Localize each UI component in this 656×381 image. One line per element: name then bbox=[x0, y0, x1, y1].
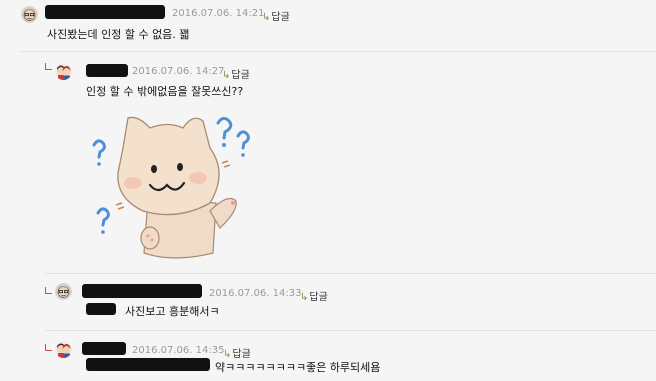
reply-label: 답글 bbox=[309, 292, 328, 303]
reply-arrow-icon: ↳ bbox=[222, 70, 231, 81]
comment-text: 사진봤는데 인정 할 수 없음. 꽯 bbox=[47, 28, 190, 41]
grandpa-avatar-icon[interactable] bbox=[55, 283, 72, 300]
reply-button[interactable]: ↳답글 bbox=[262, 8, 290, 23]
comment-text: 사진보고 흥분해서ㅋ bbox=[125, 305, 220, 318]
divider bbox=[20, 51, 656, 52]
author-name-redacted[interactable] bbox=[86, 64, 128, 77]
reply-button[interactable]: ↳답글 bbox=[223, 345, 251, 360]
reply-indent-mark bbox=[45, 63, 52, 70]
reply-button[interactable]: ↳답글 bbox=[222, 66, 250, 81]
author-name-redacted[interactable] bbox=[82, 342, 126, 355]
author-name-redacted[interactable] bbox=[82, 284, 202, 298]
confused-cat-sticker bbox=[88, 103, 258, 263]
reply-label: 답글 bbox=[231, 70, 250, 81]
divider bbox=[45, 273, 656, 274]
author-name-redacted[interactable] bbox=[45, 5, 165, 19]
reply-arrow-icon: ↳ bbox=[300, 292, 309, 303]
comment-date: 2016.07.06. 14:21 bbox=[172, 8, 265, 19]
comment-date: 2016.07.06. 14:27 bbox=[132, 66, 225, 77]
couple-avatar-icon[interactable] bbox=[55, 341, 72, 358]
reply-arrow-icon: ↳ bbox=[262, 12, 271, 23]
divider bbox=[45, 330, 656, 331]
mention-redacted bbox=[86, 358, 210, 371]
reply-indent-mark bbox=[45, 344, 52, 351]
comment-date: 2016.07.06. 14:35 bbox=[132, 345, 225, 356]
reply-indent-mark bbox=[45, 287, 52, 294]
reply-label: 답글 bbox=[271, 12, 290, 23]
couple-avatar-icon[interactable] bbox=[55, 63, 72, 80]
comment-date: 2016.07.06. 14:33 bbox=[209, 288, 302, 299]
comment-text: 약ㅋㅋㅋㅋㅋㅋㅋㅋ좋은 하루되세욤 bbox=[215, 361, 381, 374]
reply-button[interactable]: ↳답글 bbox=[300, 288, 328, 303]
mention-redacted bbox=[86, 303, 116, 315]
comment-text: 인정 할 수 밖에없음을 잘못쓰신?? bbox=[86, 85, 244, 98]
grandpa-avatar-icon[interactable] bbox=[21, 6, 38, 23]
